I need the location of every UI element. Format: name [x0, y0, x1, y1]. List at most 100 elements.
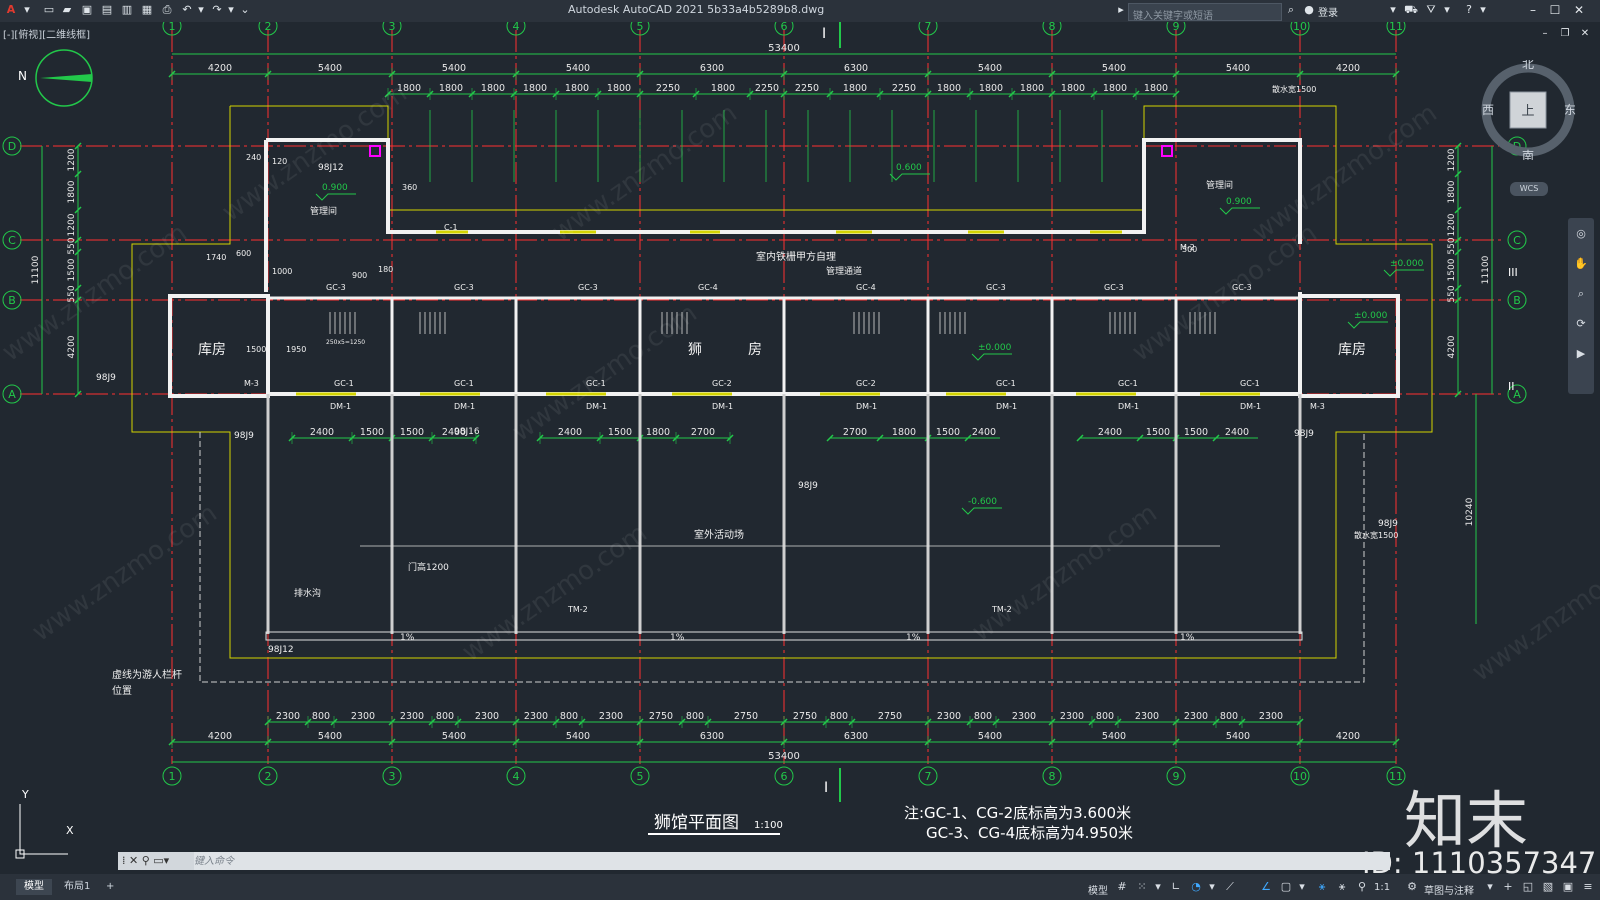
- viewcube-south[interactable]: 南: [1522, 148, 1534, 160]
- search-expand-icon[interactable]: ▸: [1114, 3, 1128, 17]
- model-space-button[interactable]: 模型: [1088, 882, 1108, 897]
- orbit-icon[interactable]: ⟳: [1573, 316, 1589, 332]
- a360-icon[interactable]: ⛛: [1424, 3, 1438, 17]
- help-icon[interactable]: ?: [1462, 3, 1476, 17]
- snap-dropdown-icon[interactable]: ▾: [1150, 879, 1166, 895]
- axis-label-bottom: 2: [265, 770, 272, 783]
- object-snap-icon[interactable]: ▢: [1278, 879, 1294, 895]
- maximize-icon[interactable]: ☐: [1546, 2, 1564, 18]
- polar-dropdown-icon[interactable]: ▾: [1204, 879, 1220, 895]
- label-apron-width: 散水宽1500: [1272, 84, 1316, 94]
- isolate-objects-icon[interactable]: ◱: [1520, 879, 1536, 895]
- label-outdoor-area: 室外活动场: [694, 528, 744, 541]
- dimension-text: 5400: [978, 63, 1002, 74]
- drawing-title: 狮馆平面图: [654, 813, 739, 833]
- axis-label-top: 9: [1173, 22, 1180, 33]
- dimension-text: 800: [560, 711, 578, 722]
- dimension-text: 5400: [1102, 63, 1126, 74]
- auto-scale-icon[interactable]: ⚹: [1334, 879, 1350, 895]
- workspace-switch[interactable]: 草图与注释: [1424, 882, 1474, 897]
- opening-tag: DM-1: [454, 402, 475, 411]
- object-snap-dropdown-icon[interactable]: ▾: [1294, 879, 1310, 895]
- redo-icon[interactable]: ↷: [210, 3, 224, 17]
- workspace-gear-icon[interactable]: ⚙: [1404, 879, 1420, 895]
- steering-wheel-icon[interactable]: ◎: [1573, 226, 1589, 242]
- clean-screen-icon[interactable]: ▣: [1560, 879, 1576, 895]
- undo-icon[interactable]: ↶: [180, 3, 194, 17]
- pan-icon[interactable]: ✋: [1573, 256, 1589, 272]
- a360-dropdown-icon[interactable]: ▾: [1440, 3, 1454, 17]
- polar-tracking-icon[interactable]: ◔: [1188, 879, 1204, 895]
- dimension-text: 800: [686, 711, 704, 722]
- print-icon[interactable]: ⎙: [160, 3, 174, 17]
- command-line-tools[interactable]: ⁞ ✕ ⚲ ▭▾: [118, 852, 194, 870]
- watermark-text: www.znzmo.com: [507, 298, 703, 448]
- undo-dropdown-icon[interactable]: ▾: [194, 3, 208, 17]
- dimension-text: 5400: [1102, 731, 1126, 742]
- login-link[interactable]: 登录: [1318, 4, 1338, 19]
- minimize-icon[interactable]: –: [1524, 2, 1542, 18]
- opening-tag: DM-1: [586, 402, 607, 411]
- small-dimension: 180: [378, 265, 393, 274]
- customize-icon[interactable]: ≡: [1580, 879, 1596, 895]
- navigation-bar[interactable]: ◎ ✋ ⌕ ⟳ ▶: [1568, 218, 1594, 394]
- axis-label-right: C: [1513, 234, 1521, 247]
- command-line[interactable]: ⁞ ✕ ⚲ ▭▾: [118, 852, 1390, 870]
- dimension-text: 4200: [67, 335, 77, 358]
- annotation-visibility-icon[interactable]: ⚹: [1314, 879, 1330, 895]
- close-icon[interactable]: ✕: [1570, 2, 1588, 18]
- viewcube-north[interactable]: 北: [1522, 60, 1534, 71]
- command-input[interactable]: [192, 853, 1376, 870]
- save-as-icon[interactable]: ▤: [100, 3, 114, 17]
- redo-dropdown-icon[interactable]: ▾: [224, 3, 238, 17]
- watermark-text: www.znzmo.com: [547, 98, 743, 248]
- annotation-scale-value[interactable]: 1:1: [1374, 882, 1390, 893]
- drawing-canvas[interactable]: 11223344556677889910101111D DC CB BA A534004…: [0, 22, 1600, 860]
- login-dropdown-icon[interactable]: ▾: [1386, 3, 1400, 17]
- add-layout-button[interactable]: +: [98, 879, 122, 895]
- viewcube-west[interactable]: 西: [1482, 103, 1494, 117]
- autocad-logo-icon[interactable]: A: [4, 3, 18, 17]
- viewcube[interactable]: 上 北 南 东 西: [1478, 60, 1578, 160]
- cart-icon[interactable]: ⛟: [1404, 3, 1418, 17]
- ortho-icon[interactable]: ∟: [1168, 879, 1184, 895]
- zoom-extents-icon[interactable]: ⌕: [1573, 286, 1589, 302]
- search-icon[interactable]: ⌕: [1284, 3, 1298, 17]
- dimension-text: 4200: [208, 63, 232, 74]
- save-web-icon[interactable]: ▦: [140, 3, 154, 17]
- snap-icon[interactable]: ⁙: [1134, 879, 1150, 895]
- user-icon[interactable]: ●: [1302, 3, 1316, 17]
- isodraft-icon[interactable]: ⟋: [1222, 879, 1238, 895]
- dimension-text: 1500: [67, 258, 77, 281]
- app-menu-chevron-icon[interactable]: ▾: [20, 3, 34, 17]
- tab-layout1[interactable]: 布局1: [56, 879, 98, 895]
- detail-ref: 98J12: [268, 645, 294, 655]
- viewcube-east[interactable]: 东: [1564, 103, 1576, 117]
- search-box[interactable]: [1128, 3, 1282, 24]
- save-icon[interactable]: ▣: [80, 3, 94, 17]
- open-folder-icon[interactable]: ▰: [60, 3, 74, 17]
- hardware-acceleration-icon[interactable]: ▧: [1540, 879, 1556, 895]
- room-label-storage: 库房: [1338, 342, 1366, 358]
- dimension-text: 2250: [656, 83, 680, 94]
- axis-label-top: 6: [781, 22, 788, 33]
- opening-tag: GC-3: [454, 283, 474, 292]
- new-file-icon[interactable]: ▭: [42, 3, 56, 17]
- plus-icon[interactable]: +: [1500, 879, 1516, 895]
- tab-model[interactable]: 模型: [16, 879, 52, 895]
- help-dropdown-icon[interactable]: ▾: [1476, 3, 1490, 17]
- watermark-text: www.znzmo.com: [1467, 538, 1600, 688]
- ucs-menu[interactable]: WCS: [1510, 182, 1548, 196]
- showmotion-icon[interactable]: ▶: [1573, 346, 1589, 362]
- detail-ref: 98J16: [454, 427, 480, 437]
- dimension-text: 1800: [892, 427, 916, 438]
- object-snap-tracking-icon[interactable]: ∠: [1258, 879, 1274, 895]
- customize-quick-access-icon[interactable]: ⌄: [238, 3, 252, 17]
- workspace-dropdown-icon[interactable]: ▾: [1482, 879, 1498, 895]
- grid-icon[interactable]: #: [1114, 879, 1130, 895]
- viewport-controls[interactable]: [-][俯视][二维线框]: [3, 26, 90, 41]
- open-web-icon[interactable]: ▥: [120, 3, 134, 17]
- opening-tag: GC-3: [326, 283, 346, 292]
- annotation-scale-icon[interactable]: ⚲: [1354, 879, 1370, 895]
- dimension-text: 4200: [1336, 63, 1360, 74]
